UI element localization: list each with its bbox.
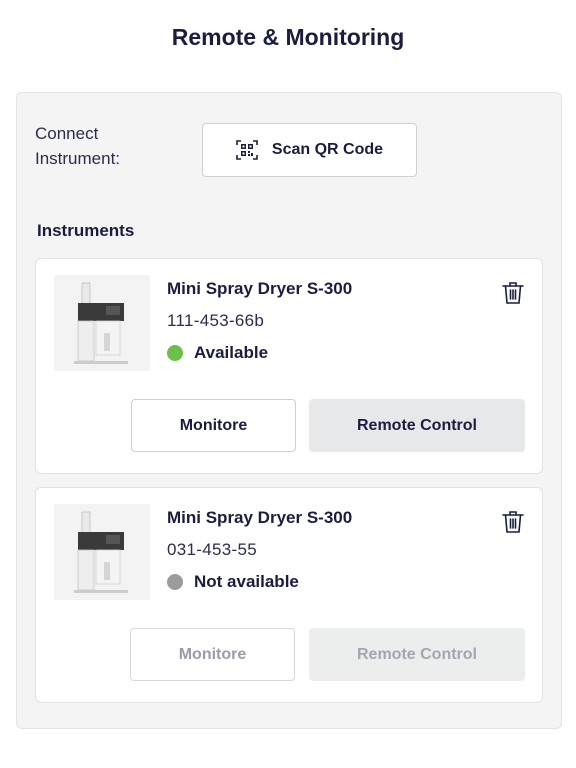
instrument-thumbnail — [54, 504, 150, 600]
instrument-card: Mini Spray Dryer S-300 031-453-55 Not av… — [35, 487, 543, 703]
instrument-name: Mini Spray Dryer S-300 — [167, 279, 353, 298]
instrument-card: Mini Spray Dryer S-300 111-453-66b Avail… — [35, 258, 543, 474]
monitor-button[interactable]: Monitore — [131, 399, 296, 452]
instrument-thumbnail — [54, 275, 150, 371]
status-label: Not available — [194, 572, 299, 591]
status-dot-icon — [167, 574, 183, 590]
trash-icon[interactable] — [502, 281, 524, 305]
trash-icon[interactable] — [502, 510, 524, 534]
remote-control-button: Remote Control — [309, 628, 525, 681]
instruments-panel: Connect Instrument: Scan QR Code Instrum… — [16, 92, 562, 729]
scan-qr-code-button[interactable]: Scan QR Code — [202, 123, 417, 177]
connect-instrument-label: Connect Instrument: — [35, 124, 121, 168]
page-title: Remote & Monitoring — [171, 24, 405, 50]
status-indicator: Available — [167, 343, 268, 363]
status-label: Available — [194, 343, 269, 362]
remote-control-button[interactable]: Remote Control — [309, 399, 525, 452]
scan-qr-code-label: Scan QR Code — [271, 141, 384, 158]
instrument-name: Mini Spray Dryer S-300 — [167, 508, 353, 527]
status-indicator: Not available — [167, 572, 299, 592]
instrument-id: 031-453-55 — [167, 540, 257, 559]
monitor-button: Monitore — [130, 628, 295, 681]
instrument-id: 111-453-66b — [167, 311, 265, 330]
status-dot-icon — [167, 345, 183, 361]
instruments-section-title: Instruments — [37, 221, 135, 240]
qr-scan-icon — [236, 140, 258, 160]
